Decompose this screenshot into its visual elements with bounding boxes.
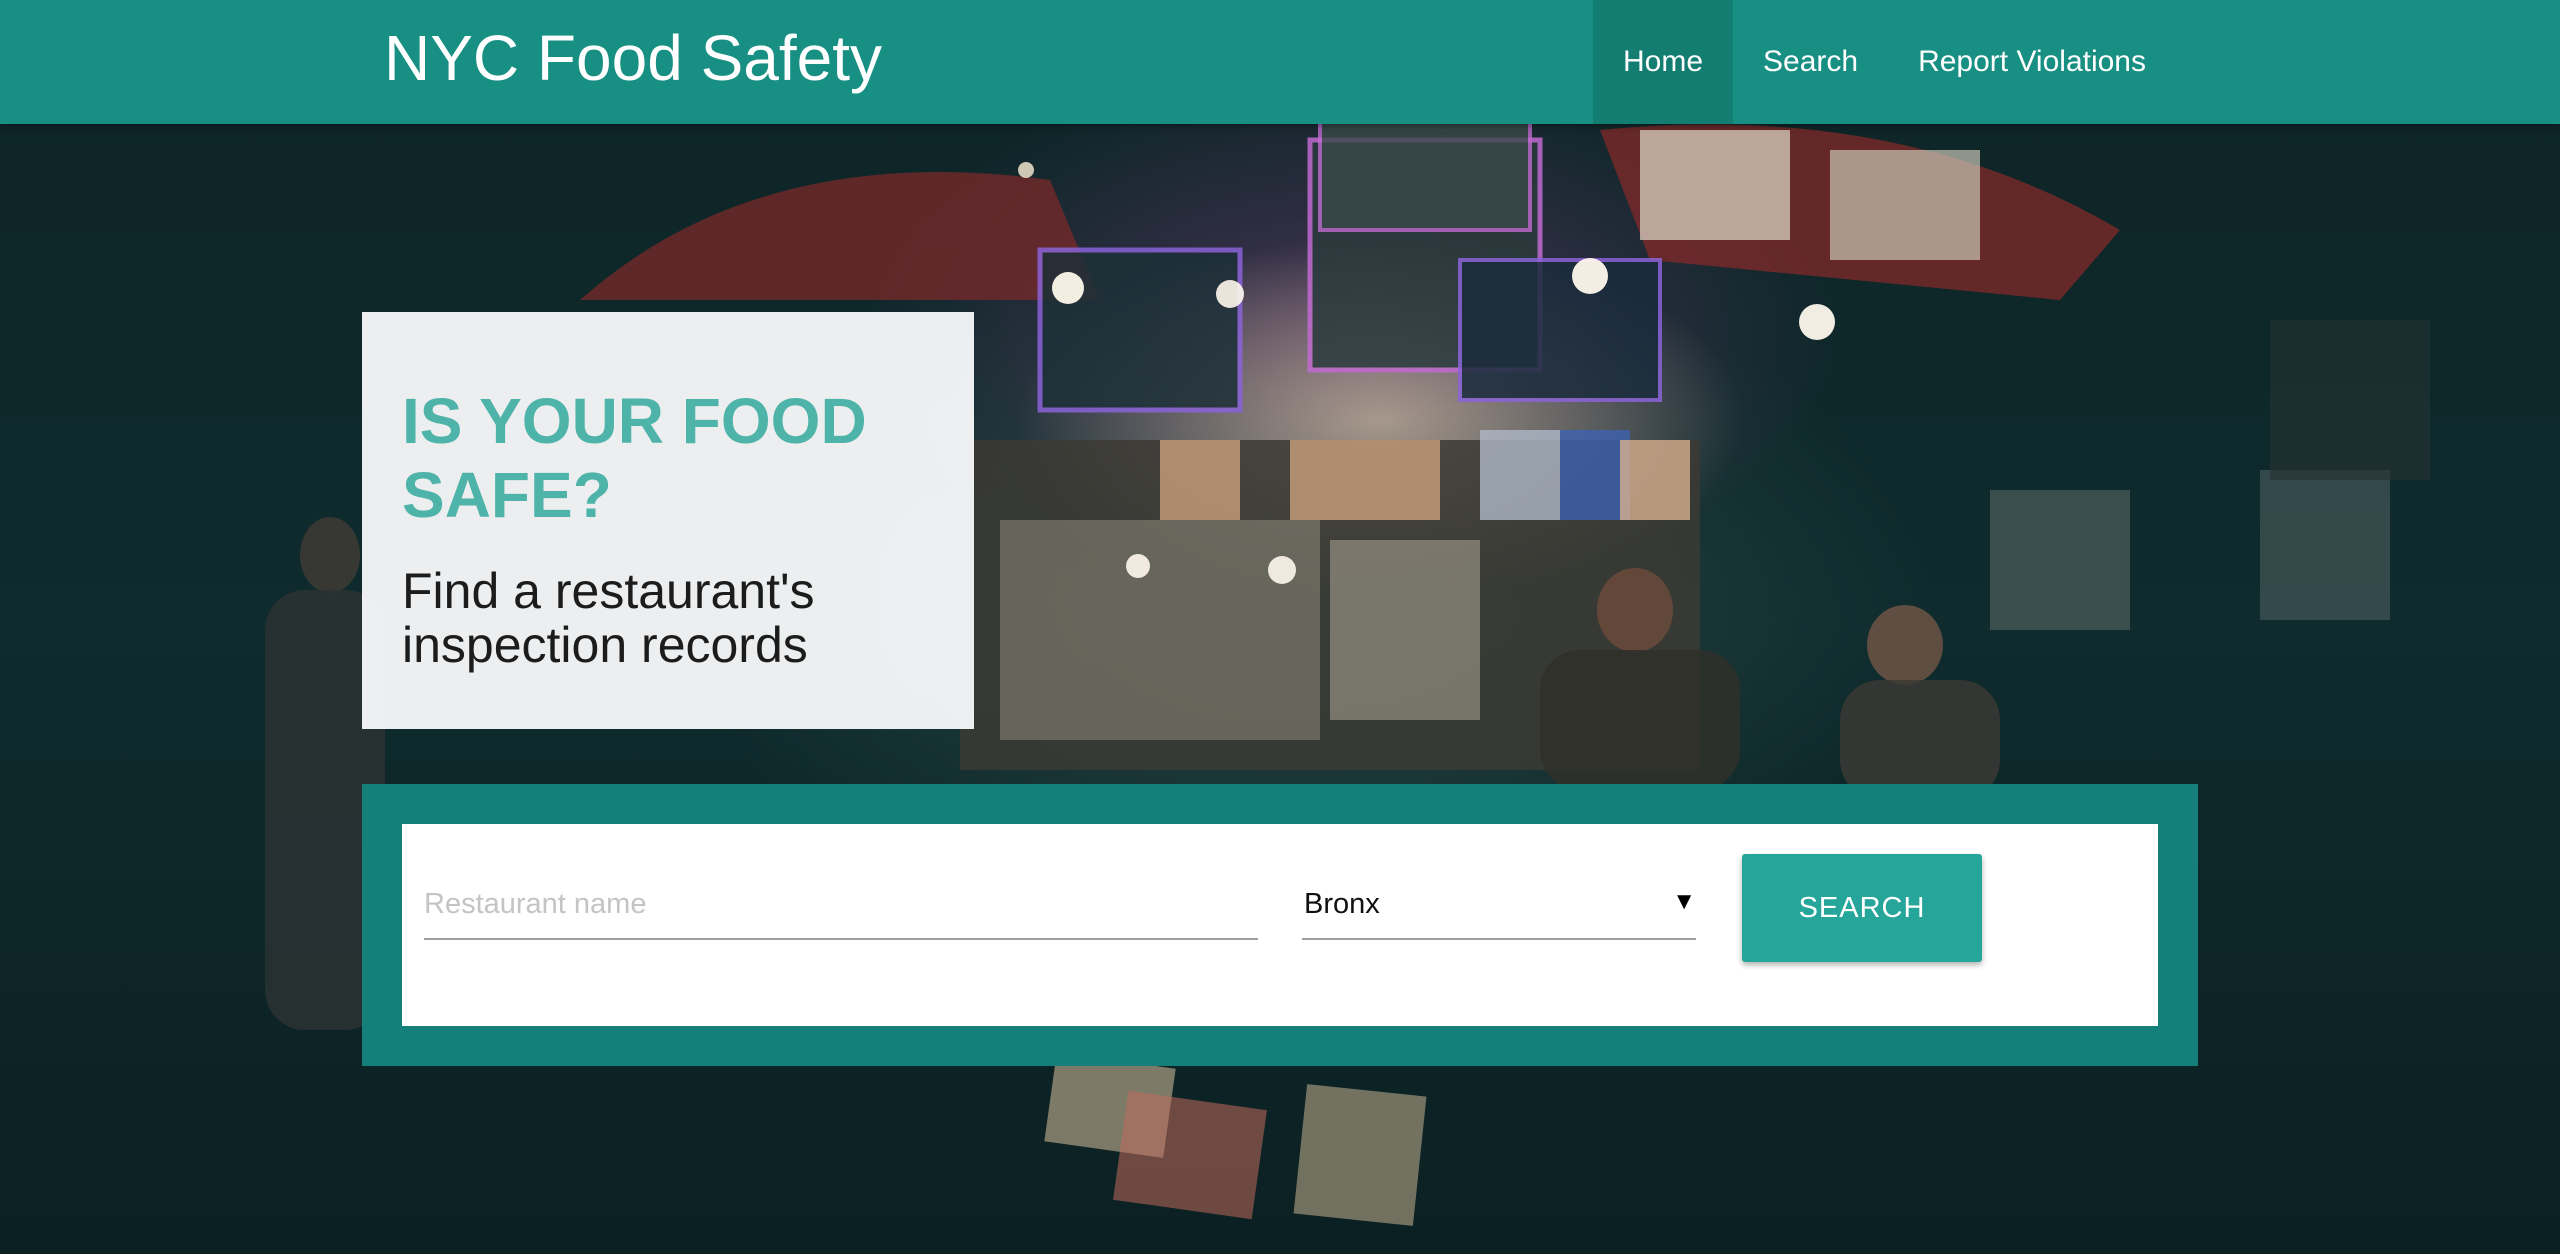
home-page: NYC Food Safety Home Search Report Viola… xyxy=(0,0,2560,1254)
nav-link-home[interactable]: Home xyxy=(1592,0,1734,124)
nav-right-gutter xyxy=(2176,0,2560,124)
search-form: Bronx ▼ SEARCH xyxy=(402,824,2158,1026)
nav-link-search[interactable]: Search xyxy=(1733,0,1888,124)
top-navbar: NYC Food Safety Home Search Report Viola… xyxy=(0,0,2560,124)
search-panel: Bronx ▼ SEARCH xyxy=(362,784,2198,1066)
hero-headline-card: IS YOUR FOOD SAFE? Find a restaurant's i… xyxy=(362,312,974,729)
hero-headline: IS YOUR FOOD SAFE? xyxy=(402,385,867,531)
search-button[interactable]: SEARCH xyxy=(1742,854,1982,962)
hero-subheadline: Find a restaurant's inspection records xyxy=(402,563,815,673)
borough-selected-value: Bronx xyxy=(1304,888,1380,920)
nav-link-report-violations[interactable]: Report Violations xyxy=(1888,0,2176,124)
nav-links: Home Search Report Violations xyxy=(1592,0,2560,124)
borough-select[interactable]: Bronx ▼ xyxy=(1302,870,1696,940)
restaurant-name-input[interactable] xyxy=(424,870,1258,940)
triangle-down-icon: ▼ xyxy=(1672,888,1696,915)
brand-logo-link[interactable]: NYC Food Safety xyxy=(384,18,882,98)
